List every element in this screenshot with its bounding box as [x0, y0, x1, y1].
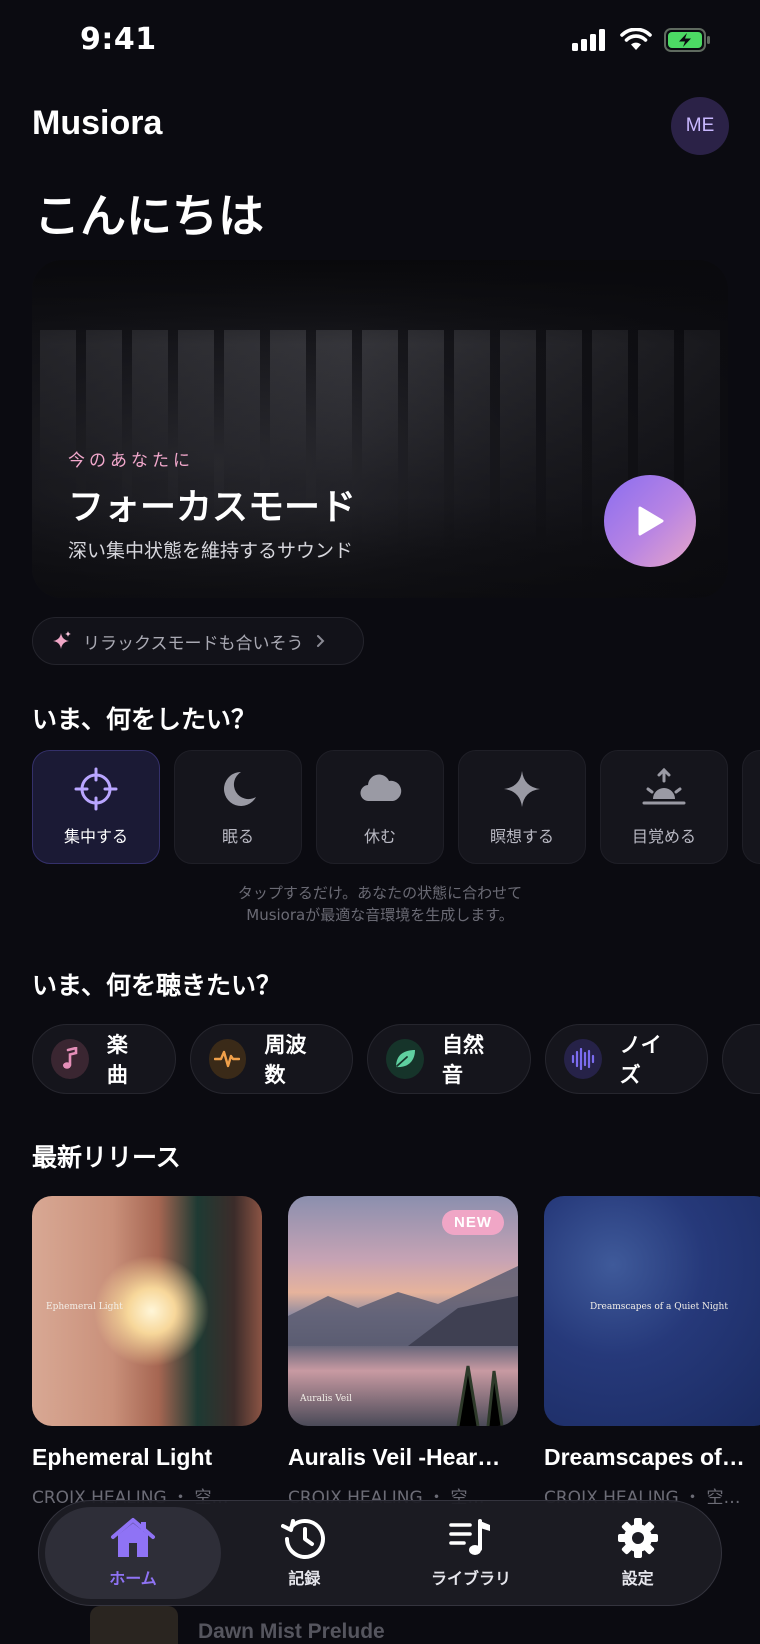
hero-title: フォーカスモード [68, 487, 357, 528]
category-list: 楽曲 周波数 自然音 ノイズ [32, 1024, 760, 1094]
category-next-partial[interactable] [721, 1024, 760, 1094]
mood-label: 集中する [63, 827, 128, 846]
category-label: 楽曲 [106, 1033, 128, 1087]
category-label: ノイズ [619, 1033, 662, 1087]
release-title: Auralis Veil -Hear… [288, 1444, 501, 1470]
crosshair-icon [74, 767, 118, 811]
mood-list: 集中する 眠る 休む 瞑想する 目覚める [32, 750, 760, 864]
tab-label: 記録 [288, 1569, 321, 1588]
greeting-heading: こんにちは [34, 189, 264, 243]
category-music[interactable]: 楽曲 [32, 1024, 176, 1094]
suggestion-text: リラックスモードも合いそう [83, 633, 304, 654]
tab-home[interactable]: ホーム [45, 1507, 221, 1599]
sunrise-icon [642, 767, 686, 805]
status-bar: 9:41 [0, 0, 760, 88]
mood-label: 目覚める [631, 827, 696, 846]
categories-heading: いま、何を聴きたい？ [32, 971, 282, 1000]
mood-sleep[interactable]: 眠る [174, 750, 302, 864]
waveform-icon [214, 1050, 241, 1068]
play-button[interactable] [604, 475, 696, 567]
sparkle-icon [504, 771, 540, 807]
cover-text: Ephemeral Light [46, 1302, 123, 1312]
music-list-icon [449, 1519, 490, 1555]
hint-line-2: Musioraが最適な音環境を生成します。 [246, 906, 514, 924]
release-title: Dreamscapes of… [544, 1444, 745, 1470]
hint-line-1: タップするだけ。あなたの状態に合わせて [237, 884, 523, 902]
avatar[interactable]: ME [671, 97, 729, 155]
tab-settings[interactable]: 設定 [554, 1501, 721, 1605]
album-cover: Dreamscapes of a Quiet Night [544, 1196, 760, 1426]
chevron-right-icon [316, 635, 324, 647]
mood-focus[interactable]: 集中する [32, 750, 160, 864]
mood-label: 休む [363, 827, 396, 846]
peek-track-title: Dawn Mist Prelude [198, 1620, 385, 1643]
cloud-icon [360, 774, 402, 802]
cover-text: Dreamscapes of a Quiet Night [590, 1302, 728, 1312]
mood-wake[interactable]: 目覚める [600, 750, 728, 864]
mood-next-partial[interactable] [742, 750, 760, 864]
hero-eyebrow: 今のあなたに [68, 451, 194, 471]
release-card[interactable]: NEW Auralis Veil Auralis Veil -Hear… CRO… [288, 1196, 518, 1508]
category-frequency[interactable]: 周波数 [189, 1024, 354, 1094]
home-icon [111, 1518, 155, 1557]
peek-thumbnail [90, 1606, 178, 1644]
album-cover: NEW Auralis Veil [288, 1196, 518, 1426]
battery-charging-icon [664, 28, 710, 52]
wifi-icon [620, 28, 652, 50]
release-list: Ephemeral Light Ephemeral Light CROIX HE… [32, 1196, 760, 1508]
tab-bar: ホーム 記録 ライブラリ 設定 [38, 1500, 722, 1606]
tab-label: 設定 [621, 1569, 654, 1588]
release-card[interactable]: Dreamscapes of a Quiet Night Dreamscapes… [544, 1196, 760, 1508]
tab-history[interactable]: 記録 [221, 1501, 388, 1605]
gear-icon [617, 1518, 658, 1558]
sparkle-icon [53, 631, 71, 649]
leaf-icon [396, 1050, 416, 1068]
category-label: 自然音 [442, 1033, 485, 1087]
play-icon [638, 506, 664, 536]
suggestion-chip[interactable]: リラックスモードも合いそう [32, 617, 364, 665]
mood-label: 瞑想する [489, 827, 554, 846]
mood-meditate[interactable]: 瞑想する [458, 750, 586, 864]
sound-bars-icon [571, 1048, 594, 1070]
release-title: Ephemeral Light [32, 1444, 213, 1470]
album-cover: Ephemeral Light [32, 1196, 262, 1426]
release-card[interactable]: Ephemeral Light Ephemeral Light CROIX HE… [32, 1196, 262, 1508]
app-title: Musiora [32, 104, 163, 142]
moon-icon [224, 772, 256, 806]
category-noise[interactable]: ノイズ [544, 1024, 708, 1094]
status-time: 9:41 [80, 22, 157, 57]
music-note-icon [62, 1047, 78, 1069]
new-badge: NEW [442, 1210, 504, 1235]
mood-label: 眠る [221, 827, 254, 846]
mood-rest[interactable]: 休む [316, 750, 444, 864]
releases-heading: 最新リリース [32, 1143, 181, 1172]
tab-label: ライブラリ [431, 1569, 512, 1588]
status-icons [572, 28, 712, 52]
cover-text: Auralis Veil [300, 1394, 352, 1404]
category-label: 周波数 [264, 1033, 307, 1087]
history-icon [281, 1518, 326, 1559]
tab-library[interactable]: ライブラリ [388, 1501, 555, 1605]
signal-icon [572, 29, 605, 51]
moods-heading: いま、何をしたい？ [32, 705, 257, 734]
hero-subtitle: 深い集中状態を維持するサウンド [68, 540, 354, 562]
category-nature[interactable]: 自然音 [367, 1024, 531, 1094]
mood-hint: タップするだけ。あなたの状態に合わせて Musioraが最適な音環境を生成します… [0, 882, 760, 926]
hero-card[interactable]: 今のあなたに フォーカスモード 深い集中状態を維持するサウンド [32, 260, 728, 598]
tab-label: ホーム [109, 1569, 157, 1588]
